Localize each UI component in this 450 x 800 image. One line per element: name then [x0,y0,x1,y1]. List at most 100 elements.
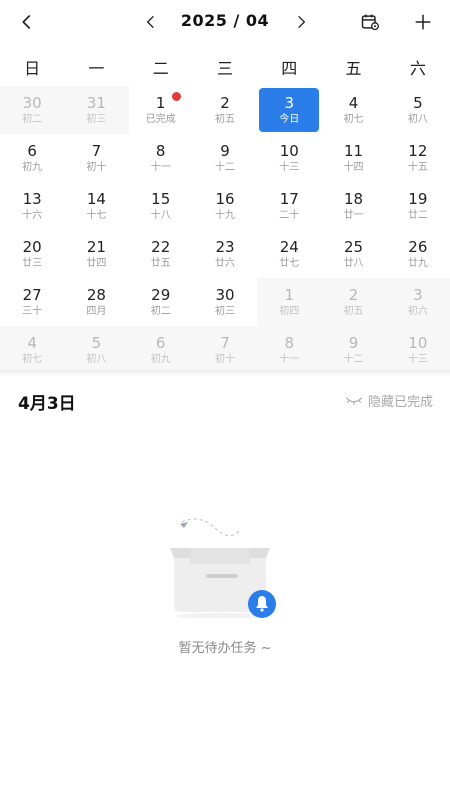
lunar-label: 十九 [214,209,235,221]
day-number: 13 [22,189,42,208]
prev-month-button[interactable] [136,7,166,37]
lunar-label: 初九 [22,161,43,173]
lunar-label: 初五 [343,305,364,317]
calendar-day[interactable]: 16 十九 [193,182,257,230]
calendar-day[interactable]: 19 廿二 [386,182,450,230]
lunar-label: 初七 [22,353,43,365]
lunar-label: 初六 [407,305,428,317]
calendar-day[interactable]: 5 初八 [386,86,450,134]
calendar-day[interactable]: 11 十四 [321,134,385,182]
calendar-day[interactable]: 26 廿九 [386,230,450,278]
calendar-day[interactable]: 6 初九 [128,326,193,374]
calendar-day[interactable]: 13 十六 [0,182,64,230]
lunar-label: 十三 [407,353,428,365]
day-number: 17 [279,189,299,208]
top-bar: 2025 / 04 [0,0,450,44]
day-number: 7 [91,141,102,160]
next-month-button[interactable] [286,7,316,37]
lunar-label: 初四 [279,305,300,317]
eye-closed-icon [345,396,363,405]
empty-inbox-icon [160,518,280,619]
day-number: 21 [86,237,106,256]
calendar-day[interactable]: 28 四月 [64,278,128,326]
calendar-grid: 30 初二 31 初三 1 已完成 2 初五 3 今日 4 初七 5 初八 6 初九 7 初十 8 十一 9 十二 10 十三… [0,86,450,374]
day-number: 5 [413,93,423,112]
lunar-label: 廿七 [279,257,300,269]
lunar-label: 初二 [22,113,43,125]
day-number: 23 [215,237,235,256]
calendar-day[interactable]: 29 初二 [129,278,193,326]
lunar-label: 十一 [279,353,300,365]
lunar-label: 十六 [22,209,43,221]
calendar-day[interactable]: 14 十七 [64,182,128,230]
day-number: 7 [220,333,230,352]
weekday-sat: 六 [409,59,426,78]
weekday-sun: 日 [24,59,41,78]
calendar-day[interactable]: 10 十三 [385,326,450,374]
calendar-settings-button[interactable] [355,7,385,37]
lunar-label: 十四 [343,161,364,173]
calendar-day[interactable]: 21 廿四 [64,230,128,278]
calendar-day[interactable]: 30 初三 [193,278,257,326]
calendar-day[interactable]: 17 二十 [257,182,321,230]
weekday-thu: 四 [281,59,298,78]
add-button[interactable] [408,7,438,37]
day-number: 24 [279,237,299,256]
day-number: 9 [348,333,359,352]
calendar-day[interactable]: 23 廿六 [193,230,257,278]
calendar-day[interactable]: 2 初五 [321,278,386,326]
calendar-day[interactable]: 7 初十 [192,326,258,374]
calendar-day[interactable]: 30 初二 [0,86,65,134]
day-number: 30 [22,93,42,112]
day-number: 6 [27,141,37,160]
calendar-day[interactable]: 24 廿七 [257,230,321,278]
calendar-day[interactable]: 4 初七 [321,86,385,134]
lunar-label: 三十 [22,305,43,317]
calendar-day[interactable]: 25 廿八 [321,230,385,278]
calendar-day[interactable]: 1 已完成 [129,86,193,134]
day-number: 19 [408,189,428,208]
calendar-day[interactable]: 4 初七 [0,326,65,374]
calendar-day[interactable]: 7 初十 [64,134,128,182]
day-number: 29 [151,285,171,304]
calendar-day[interactable]: 3 初六 [385,278,450,326]
calendar-day[interactable]: 10 十三 [257,134,321,182]
lunar-label: 初十 [214,353,235,365]
calendar-day[interactable]: 1 初四 [257,278,322,326]
day-number: 6 [155,333,166,352]
month-title[interactable]: 2025 / 04 [175,11,275,30]
calendar-day[interactable]: 31 初三 [64,86,129,134]
day-number: 22 [151,237,171,256]
calendar-day[interactable]: 5 初八 [64,326,129,374]
day-number: 12 [408,141,428,160]
calendar-day[interactable]: 20 廿三 [0,230,64,278]
lunar-label: 十二 [214,161,235,173]
hide-completed-toggle[interactable]: 隐藏已完成 [345,391,433,410]
day-number: 31 [86,93,106,112]
calendar-day[interactable]: 6 初九 [0,134,64,182]
back-button[interactable] [12,7,42,37]
day-number: 30 [215,285,235,304]
calendar-day[interactable]: 18 廿一 [321,182,385,230]
plus-icon [415,14,431,30]
calendar-day[interactable]: 27 三十 [0,278,64,326]
calendar-day[interactable]: 15 十八 [129,182,193,230]
lunar-label: 廿五 [150,257,171,269]
calendar-day[interactable]: 8 十一 [257,326,322,374]
lunar-label: 初五 [214,113,235,125]
calendar-day[interactable]: 22 廿五 [129,230,193,278]
calendar-day[interactable]: 9 十二 [321,326,386,374]
calendar-day[interactable]: 2 初五 [193,86,257,134]
calendar-day[interactable]: 9 十二 [193,134,257,182]
lunar-label: 廿一 [343,209,364,221]
calendar-day-today[interactable]: 3 今日 [259,88,320,132]
lunar-label: 廿九 [407,257,428,269]
calendar-day[interactable]: 12 十五 [386,134,450,182]
lunar-label: 十七 [86,209,107,221]
day-number: 25 [344,237,364,256]
day-number: 10 [279,141,299,160]
lunar-label: 初八 [86,353,107,365]
calendar-day[interactable]: 8 十一 [129,134,193,182]
lunar-label: 初三 [86,113,107,125]
lunar-label: 廿六 [214,257,235,269]
